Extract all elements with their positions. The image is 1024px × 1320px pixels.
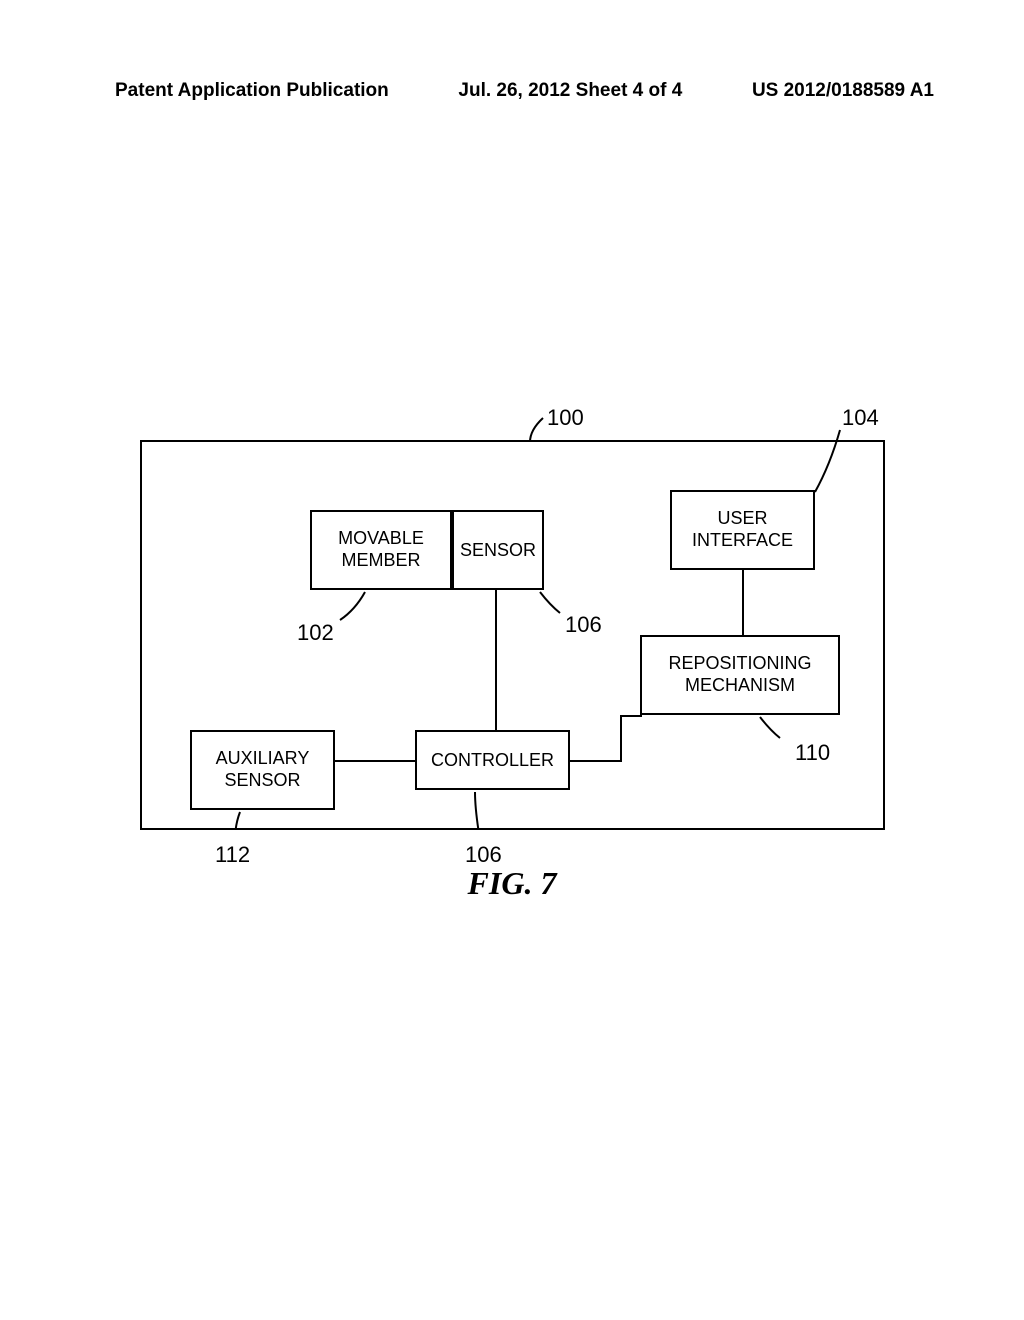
sensor-label: SENSOR [460, 540, 536, 561]
controller-block: CONTROLLER [415, 730, 570, 790]
connector-line [570, 760, 622, 762]
diagram-container: MOVABLE MEMBER SENSOR USER INTERFACE REP… [140, 440, 885, 830]
sensor-block: SENSOR [452, 510, 544, 590]
controller-label: CONTROLLER [431, 750, 554, 771]
auxiliary-sensor-label: AUXILIARY SENSOR [216, 748, 310, 791]
user-interface-block: USER INTERFACE [670, 490, 815, 570]
repositioning-label: REPOSITIONING MECHANISM [668, 653, 811, 696]
connector-line [742, 570, 744, 635]
movable-member-block: MOVABLE MEMBER [310, 510, 452, 590]
ref-102: 102 [297, 620, 334, 646]
header-center: Jul. 26, 2012 Sheet 4 of 4 [458, 80, 682, 102]
ref-110: 110 [795, 740, 830, 766]
user-interface-label: USER INTERFACE [692, 508, 793, 551]
connector-line [335, 760, 415, 762]
connector-line [620, 715, 642, 717]
header-left: Patent Application Publication [115, 80, 389, 102]
repositioning-block: REPOSITIONING MECHANISM [640, 635, 840, 715]
figure-label: FIG. 7 [0, 865, 1024, 902]
connector-line [620, 715, 622, 760]
header-right: US 2012/0188589 A1 [752, 80, 934, 102]
ref-100: 100 [547, 405, 584, 431]
movable-member-label: MOVABLE MEMBER [338, 528, 424, 571]
ref-104: 104 [842, 405, 879, 431]
auxiliary-sensor-block: AUXILIARY SENSOR [190, 730, 335, 810]
ref-106a: 106 [565, 612, 602, 638]
connector-line [495, 590, 497, 730]
